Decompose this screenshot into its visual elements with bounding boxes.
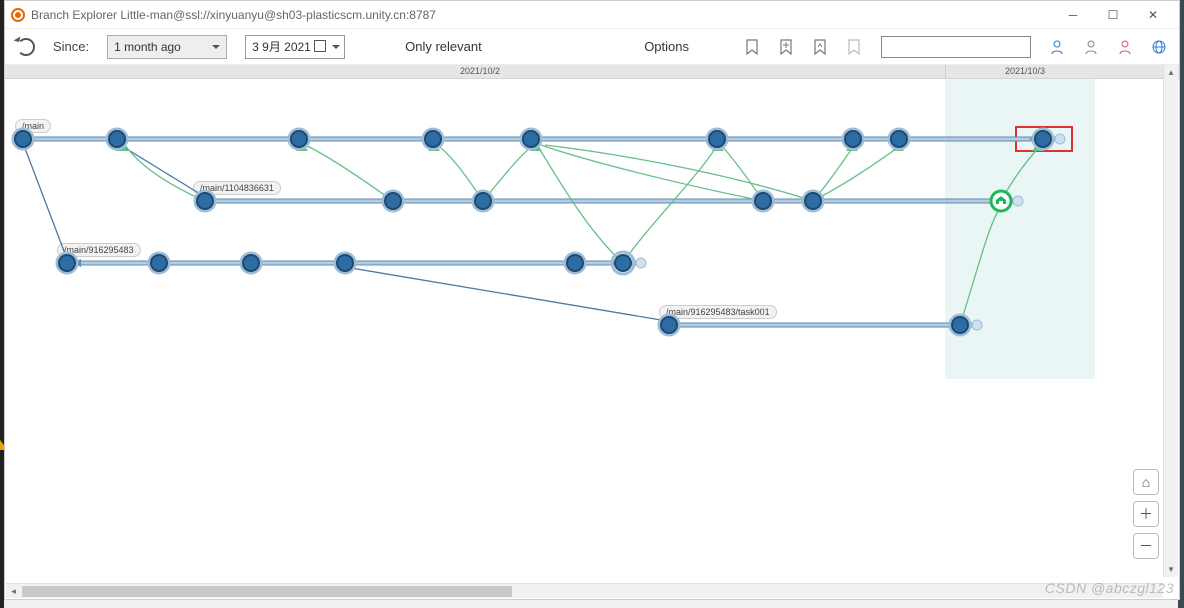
maximize-button[interactable]: ☐ — [1093, 3, 1133, 27]
bookmark-icon[interactable] — [745, 39, 761, 55]
horizontal-scrollbar[interactable]: ◂ — [6, 583, 1163, 598]
date-picker[interactable]: 3 9月 2021 — [245, 35, 345, 59]
refresh-button[interactable] — [17, 38, 35, 56]
vertical-scrollbar[interactable]: ▴▾ — [1163, 65, 1178, 577]
bookmark-add-icon[interactable] — [779, 39, 795, 55]
graph-svg — [5, 79, 1165, 579]
home-node — [991, 191, 1011, 211]
zoom-out-button[interactable]: － — [1133, 533, 1159, 559]
search-input[interactable] — [881, 36, 1031, 58]
user-icon-2[interactable] — [1083, 39, 1099, 55]
bookmark-up-icon[interactable] — [813, 39, 829, 55]
range-dropdown[interactable]: 1 month ago — [107, 35, 227, 59]
titlebar: Branch Explorer Little-man@ssl://xinyuan… — [5, 1, 1179, 29]
date-ruler: 2021/10/2 2021/10/3 — [5, 65, 1179, 79]
changeset-node — [13, 129, 33, 149]
minimize-button[interactable]: ─ — [1053, 3, 1093, 27]
since-label: Since: — [53, 39, 89, 54]
toolbar: Since: 1 month ago 3 9月 2021 Only releva… — [5, 29, 1179, 65]
options-link[interactable]: Options — [644, 39, 689, 54]
home-view-button[interactable]: ⌂ — [1133, 469, 1159, 495]
bookmark-empty-icon[interactable] — [847, 39, 863, 55]
globe-icon[interactable] — [1151, 39, 1167, 55]
user-icon-3[interactable] — [1117, 39, 1133, 55]
only-relevant-link[interactable]: Only relevant — [405, 39, 482, 54]
watermark: CSDN @abczgl123 — [1045, 580, 1174, 596]
zoom-in-button[interactable]: ＋ — [1133, 501, 1159, 527]
close-button[interactable]: ✕ — [1133, 3, 1173, 27]
branch-explorer-window: Branch Explorer Little-man@ssl://xinyuan… — [4, 0, 1180, 600]
app-icon — [11, 8, 25, 22]
branch-canvas[interactable]: /main /main/1104836631 /main/916295483 /… — [5, 79, 1179, 579]
window-title: Branch Explorer Little-man@ssl://xinyuan… — [31, 8, 1053, 22]
user-icon-1[interactable] — [1049, 39, 1065, 55]
calendar-icon — [314, 40, 326, 52]
